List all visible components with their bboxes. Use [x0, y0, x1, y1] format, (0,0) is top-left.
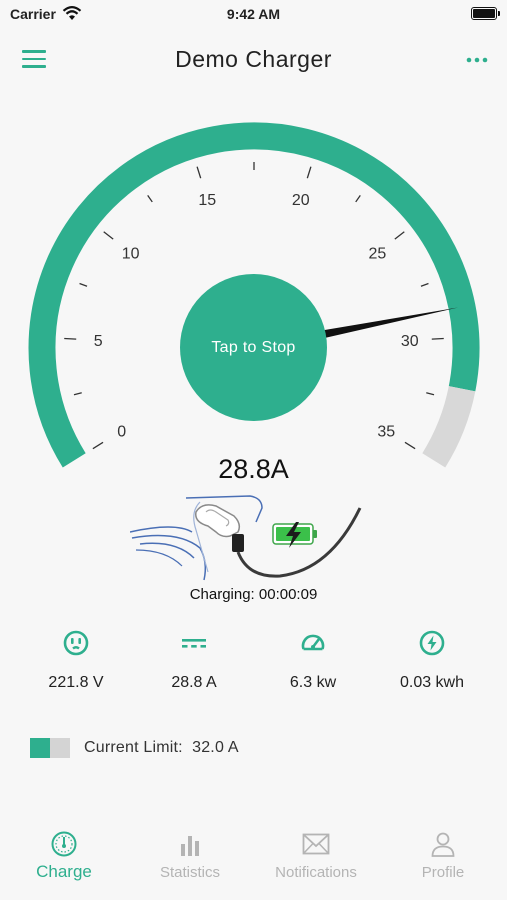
- gauge-tick-label: 0: [117, 424, 126, 441]
- tab-charge-label: Charge: [36, 862, 92, 881]
- gauge-tick: [431, 337, 444, 340]
- gauge-tick: [64, 337, 77, 340]
- current-value: 28.8 A: [171, 674, 217, 691]
- gauge-tick: [306, 166, 312, 179]
- power-value: 6.3 kw: [289, 674, 337, 691]
- tab-notifications[interactable]: Notifications: [253, 830, 379, 881]
- energy-stat: 0.03 kwh: [372, 630, 492, 692]
- charging-timer: Charging: 00:00:09: [189, 586, 318, 603]
- voltage-stat: 221.8 V: [16, 630, 136, 692]
- app-header: Demo Charger: [0, 38, 507, 82]
- charging-stats: 221.8 V 28.8 A 6.3 kw 0.03 kwh: [0, 630, 507, 700]
- gauge-tick-label: 15: [198, 192, 216, 209]
- gauge-remaining-arc: [422, 385, 476, 468]
- tap-to-stop-button[interactable]: Tap to Stop: [180, 274, 327, 421]
- battery-icon: [471, 7, 500, 20]
- voltage-value: 221.8 V: [48, 674, 104, 691]
- gauge-tick: [73, 392, 82, 396]
- gauge-tick-label: 30: [401, 333, 419, 350]
- tab-charge[interactable]: Charge: [1, 830, 127, 882]
- clock: 9:42 AM: [226, 6, 281, 22]
- gauge-tick: [404, 441, 416, 450]
- more-dots-icon[interactable]: [465, 50, 489, 70]
- gauge-tick: [92, 441, 104, 450]
- current-limit-toggle[interactable]: [30, 738, 70, 758]
- energy-value: 0.03 kwh: [399, 674, 465, 691]
- gauge-tick-label: 25: [369, 246, 387, 263]
- tab-notifications-label: Notifications: [275, 864, 357, 881]
- envelope-icon: [302, 833, 330, 855]
- gauge-tick-label: 5: [94, 333, 103, 350]
- gauge-tick: [147, 195, 153, 203]
- current-reading: 28.8A: [218, 454, 289, 484]
- tab-statistics-label: Statistics: [159, 864, 220, 881]
- tab-bar: Charge Statistics Notifications Profile: [0, 830, 507, 900]
- tab-profile[interactable]: Profile: [380, 830, 506, 881]
- gauge-tick: [420, 282, 429, 287]
- current-limit-label: Current Limit: 32.0 A: [84, 739, 239, 756]
- page-title: Demo Charger: [175, 46, 332, 72]
- gauge-tab-icon: [51, 831, 77, 857]
- gauge-tick: [79, 282, 88, 287]
- dc-current-icon: [182, 639, 206, 648]
- tab-statistics[interactable]: Statistics: [127, 830, 253, 881]
- current-limit-row: Current Limit: 32.0 A: [30, 737, 239, 759]
- tab-profile-label: Profile: [421, 864, 465, 881]
- gauge-tick: [196, 166, 202, 179]
- gauge-tick: [103, 231, 114, 240]
- power-stat: 6.3 kw: [253, 630, 373, 692]
- gauge-tick: [355, 195, 361, 203]
- bolt-icon: [419, 630, 445, 656]
- bar-chart-icon: [181, 836, 199, 856]
- gauge-tick-label: 35: [377, 424, 395, 441]
- gauge-tick: [394, 231, 405, 240]
- speedometer-icon: [301, 634, 325, 651]
- car-charging-illustration: [130, 495, 362, 581]
- gauge-tick: [426, 392, 435, 396]
- status-bar: Carrier 9:42 AM: [0, 0, 507, 30]
- gauge-tick-label: 10: [122, 246, 140, 263]
- gauge-tick-label: 20: [292, 192, 310, 209]
- current-stat: 28.8 A: [134, 630, 254, 692]
- outlet-icon: [63, 630, 89, 656]
- user-icon: [431, 832, 455, 857]
